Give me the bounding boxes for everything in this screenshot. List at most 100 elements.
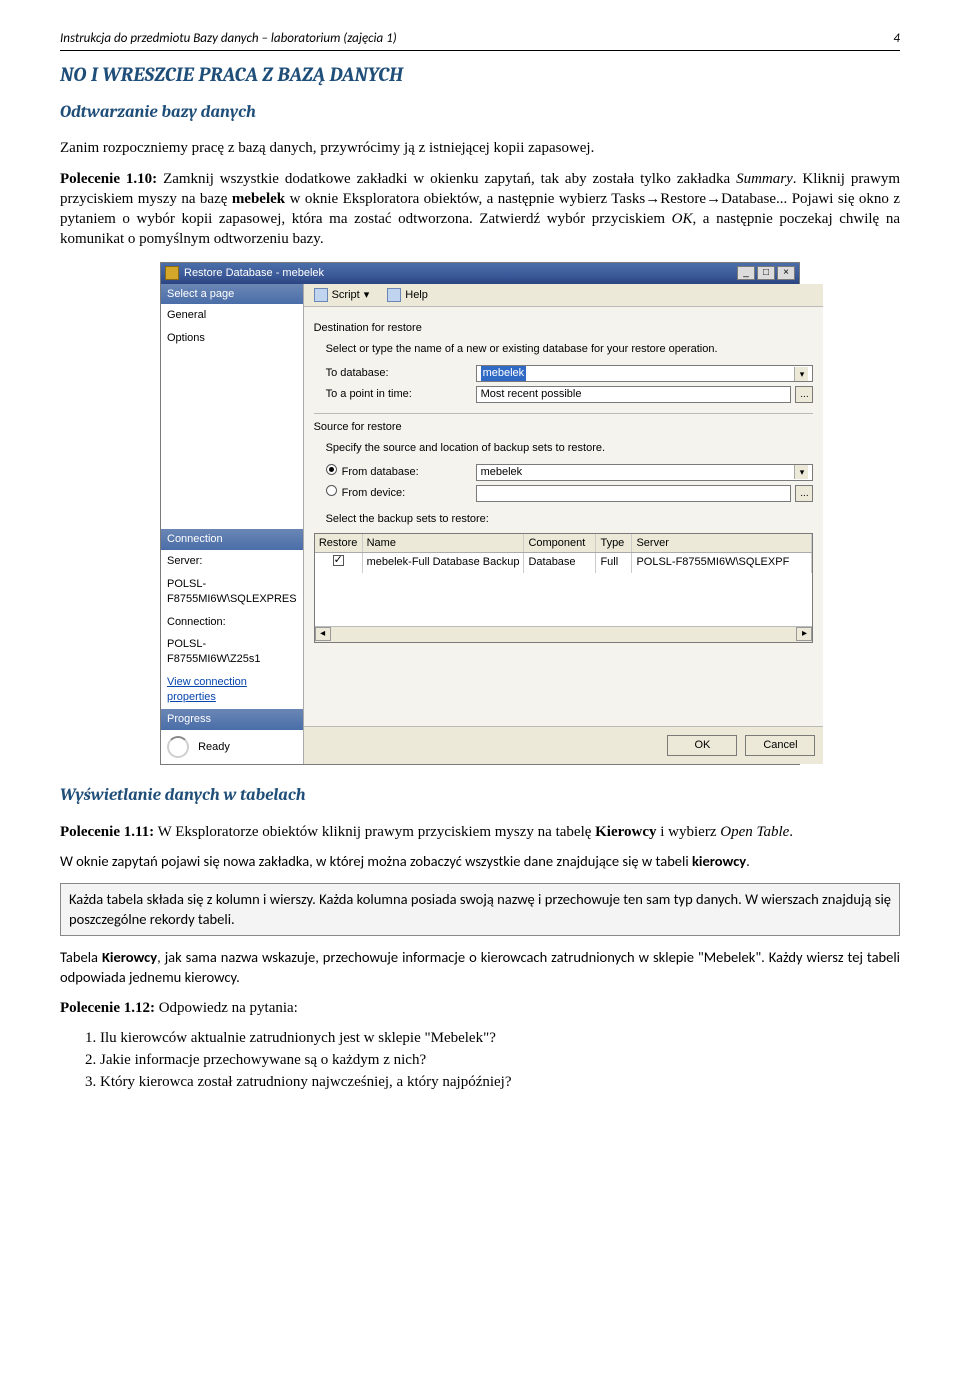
col-type: Type bbox=[596, 534, 632, 553]
cell-component: Database bbox=[524, 553, 596, 573]
from-database-value: mebelek bbox=[481, 465, 523, 480]
scroll-right-icon[interactable]: ▸ bbox=[796, 627, 812, 641]
header-page: 4 bbox=[893, 30, 900, 48]
backup-sets-grid[interactable]: Restore Name Component Type Server mebel… bbox=[314, 533, 814, 643]
col-restore: Restore bbox=[315, 534, 363, 553]
minimize-button[interactable]: _ bbox=[737, 266, 755, 280]
list-item: Ilu kierowców aktualnie zatrudnionych je… bbox=[100, 1028, 900, 1048]
intro-para: Zanim rozpoczniemy pracę z bazą danych, … bbox=[60, 138, 900, 158]
heading-restore: Odtwarzanie bazy danych bbox=[60, 102, 900, 125]
t: . bbox=[746, 852, 750, 870]
left-panel: Select a page General Options Connection… bbox=[161, 284, 304, 764]
dialog-toolbar: Script ▾ Help bbox=[304, 284, 824, 308]
t: Kierowcy bbox=[595, 824, 656, 840]
restore-checkbox[interactable] bbox=[333, 555, 344, 566]
cmd-label: Polecenie 1.10: bbox=[60, 171, 157, 187]
ok-button[interactable]: OK bbox=[667, 735, 737, 756]
progress-header: Progress bbox=[161, 709, 303, 730]
progress-ready: Ready bbox=[161, 730, 303, 764]
note-box: Każda tabela składa się z kolumn i wiers… bbox=[60, 883, 900, 936]
t: mebelek bbox=[232, 191, 285, 207]
from-database-radio[interactable] bbox=[326, 464, 337, 475]
dest-title: Destination for restore bbox=[314, 321, 814, 336]
scroll-left-icon[interactable]: ◂ bbox=[315, 627, 331, 641]
pit-browse-button[interactable]: ... bbox=[795, 386, 813, 403]
t: W Eksploratorze obiektów kliknij prawym … bbox=[154, 824, 595, 840]
dest-hint: Select or type the name of a new or exis… bbox=[326, 342, 814, 357]
from-device-radio[interactable] bbox=[326, 485, 337, 496]
cmd-label: Polecenie 1.11: bbox=[60, 824, 154, 840]
col-name: Name bbox=[363, 534, 525, 553]
page-options[interactable]: Options bbox=[161, 327, 303, 350]
from-device-label: From device: bbox=[342, 486, 476, 501]
from-device-browse-button[interactable]: ... bbox=[795, 485, 813, 502]
t: Open Table bbox=[720, 824, 789, 840]
cell-name: mebelek-Full Database Backup bbox=[363, 553, 525, 573]
list-item: Który kierowca został zatrudniony najwcz… bbox=[100, 1072, 900, 1092]
src-title: Source for restore bbox=[314, 420, 814, 435]
from-database-input[interactable]: mebelek ▾ bbox=[476, 464, 814, 481]
col-component: Component bbox=[524, 534, 596, 553]
heading-main: NO I WRESZCIE PRACA Z BAZĄ DANYCH bbox=[60, 61, 900, 88]
help-button[interactable]: Help bbox=[383, 287, 432, 304]
pit-value: Most recent possible bbox=[481, 387, 582, 402]
script-label: Script bbox=[332, 288, 360, 303]
progress-text: Ready bbox=[198, 740, 230, 752]
t: Kierowcy bbox=[102, 948, 157, 966]
help-label: Help bbox=[405, 288, 428, 303]
connection-header: Connection bbox=[161, 529, 303, 550]
select-backup-label: Select the backup sets to restore: bbox=[326, 512, 814, 527]
t: , jak sama nazwa wskazuje, przechowuje i… bbox=[60, 948, 900, 986]
polecenie-110: Polecenie 1.10: Zamknij wszystkie dodatk… bbox=[60, 169, 900, 250]
t: i wybierz bbox=[657, 824, 721, 840]
todb-value: mebelek bbox=[481, 366, 527, 381]
t: . bbox=[789, 824, 793, 840]
titlebar[interactable]: Restore Database - mebelek _ □ × bbox=[161, 263, 799, 284]
kierowcy-desc: Tabela Kierowcy, jak sama nazwa wskazuje… bbox=[60, 948, 900, 987]
grid-header: Restore Name Component Type Server bbox=[315, 534, 813, 554]
src-hint: Specify the source and location of backu… bbox=[326, 441, 814, 456]
table-row[interactable]: mebelek-Full Database Backup Database Fu… bbox=[315, 553, 813, 573]
connection-value: POLSL-F8755MI6W\Z25s1 bbox=[161, 633, 303, 671]
close-button[interactable]: × bbox=[777, 266, 795, 280]
restore-dialog: Restore Database - mebelek _ □ × Select … bbox=[160, 262, 800, 765]
help-icon bbox=[387, 288, 401, 302]
t: Tabela bbox=[60, 948, 102, 966]
page-header: Instrukcja do przedmiotu Bazy danych – l… bbox=[60, 30, 900, 51]
cell-type: Full bbox=[596, 553, 632, 573]
t: OK bbox=[672, 211, 693, 227]
select-page-header: Select a page bbox=[161, 284, 303, 305]
app-icon bbox=[165, 266, 179, 280]
chevron-down-icon[interactable]: ▾ bbox=[794, 367, 808, 381]
tab-info: W oknie zapytań pojawi się nowa zakładka… bbox=[60, 852, 900, 872]
todb-input[interactable]: mebelek ▾ bbox=[476, 365, 814, 382]
page-general[interactable]: General bbox=[161, 304, 303, 327]
pit-input[interactable]: Most recent possible bbox=[476, 386, 792, 403]
progress-spinner-icon bbox=[167, 736, 189, 758]
todb-label: To database: bbox=[326, 366, 476, 381]
t: Zamknij wszystkie dodatkowe zakładki w o… bbox=[157, 171, 736, 187]
maximize-button[interactable]: □ bbox=[757, 266, 775, 280]
server-value: POLSL-F8755MI6W\SQLEXPRES bbox=[161, 573, 303, 611]
list-item: Jakie informacje przechowywane są o każd… bbox=[100, 1050, 900, 1070]
script-button[interactable]: Script ▾ bbox=[310, 287, 374, 304]
t: kierowcy bbox=[692, 852, 746, 870]
window-title: Restore Database - mebelek bbox=[184, 266, 324, 281]
heading-tables: Wyświetlanie danych w tabelach bbox=[60, 785, 900, 808]
polecenie-111: Polecenie 1.11: W Eksploratorze obiektów… bbox=[60, 822, 900, 842]
dialog-buttons: OK Cancel bbox=[304, 726, 824, 764]
cancel-button[interactable]: Cancel bbox=[745, 735, 815, 756]
dropdown-icon: ▾ bbox=[364, 288, 370, 303]
grid-scrollbar[interactable]: ◂ ▸ bbox=[315, 626, 813, 642]
connection-label: Connection: bbox=[161, 611, 303, 634]
from-device-input[interactable] bbox=[476, 485, 792, 502]
t: Summary bbox=[736, 171, 793, 187]
cmd-label: Polecenie 1.12: bbox=[60, 1000, 155, 1016]
cell-server: POLSL-F8755MI6W\SQLEXPF bbox=[632, 553, 812, 573]
questions-list: Ilu kierowców aktualnie zatrudnionych je… bbox=[60, 1028, 900, 1093]
t: Odpowiedz na pytania: bbox=[155, 1000, 298, 1016]
header-left: Instrukcja do przedmiotu Bazy danych – l… bbox=[60, 30, 397, 48]
server-label: Server: bbox=[161, 550, 303, 573]
view-connection-link[interactable]: View connection properties bbox=[167, 676, 247, 703]
chevron-down-icon[interactable]: ▾ bbox=[794, 465, 808, 479]
